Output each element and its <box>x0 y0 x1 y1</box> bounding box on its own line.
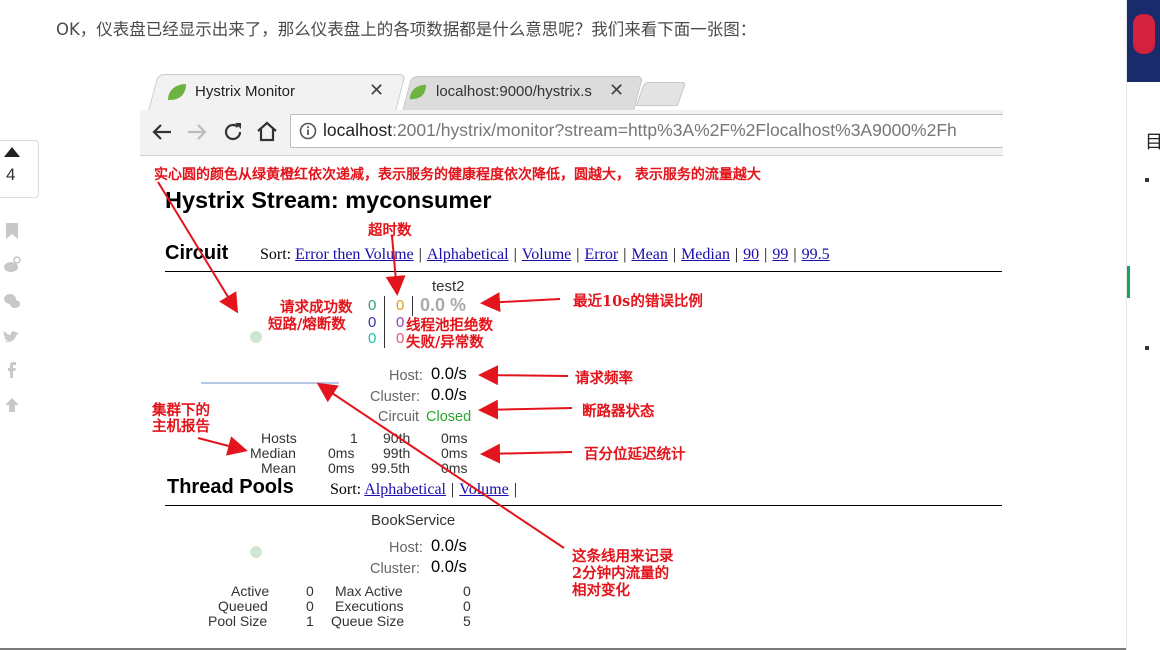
toc-heading: 目 <box>1145 132 1160 153</box>
arrow-circle <box>157 181 239 314</box>
arrow-timeout <box>385 235 406 296</box>
arrow-error-rate <box>480 292 561 313</box>
arrow-cluster-hosts <box>197 436 248 456</box>
arrow-breaker <box>478 399 573 420</box>
arrow-percentile <box>480 443 573 464</box>
back-to-top-icon[interactable] <box>3 396 21 414</box>
arrow-request-rate <box>478 365 569 386</box>
right-sidebar: 目 <box>1126 0 1160 650</box>
toc-active-marker <box>1127 266 1130 298</box>
twitter-icon[interactable] <box>3 327 21 345</box>
vote-widget[interactable]: 4 <box>0 140 39 198</box>
hystrix-screenshot: Hystrix Monitor ✕ localhost:9000/hystrix… <box>140 70 1003 635</box>
vote-count: 4 <box>6 165 16 184</box>
facebook-icon[interactable] <box>3 361 21 379</box>
article-intro: OK，仪表盘已经显示出来了，那么仪表盘上的各项数据都是什么意思呢？我们来看下面一… <box>56 20 757 39</box>
wechat-icon[interactable] <box>3 292 21 310</box>
ad-thumbnail[interactable] <box>1127 0 1160 82</box>
bookmark-icon[interactable] <box>3 222 21 240</box>
upvote-icon[interactable] <box>4 147 20 157</box>
weibo-icon[interactable] <box>3 256 21 274</box>
annotation-arrows <box>157 181 573 549</box>
